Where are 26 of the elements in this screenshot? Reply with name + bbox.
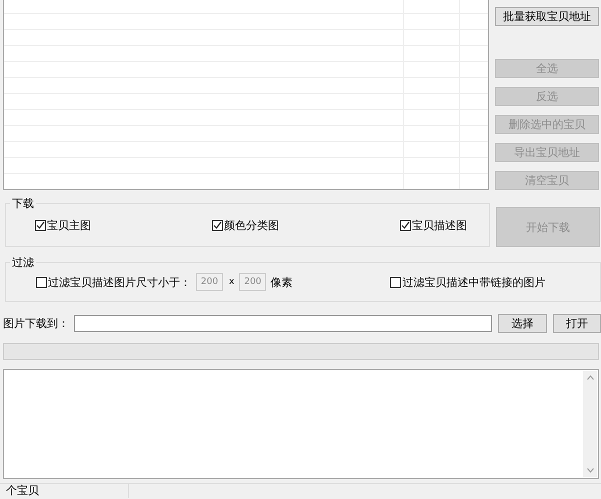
path-label: 图片下载到： bbox=[3, 316, 69, 331]
checkbox-label: 宝贝描述图 bbox=[412, 218, 467, 232]
unit-label: 像素 bbox=[270, 274, 292, 290]
checkbox[interactable] bbox=[400, 220, 411, 230]
checkbox[interactable] bbox=[35, 220, 46, 230]
item-count: 个宝贝 bbox=[0, 484, 129, 498]
checkbox-label: 过滤宝贝描述图片尺寸小于： bbox=[48, 274, 191, 290]
checkbox[interactable] bbox=[36, 276, 47, 288]
height-field[interactable]: 200 bbox=[239, 273, 266, 291]
path-field[interactable] bbox=[74, 315, 492, 332]
width-field[interactable]: 200 bbox=[196, 273, 223, 291]
scrollbar[interactable] bbox=[583, 371, 597, 477]
checkbox[interactable] bbox=[212, 220, 223, 230]
log-textbox[interactable] bbox=[3, 369, 599, 479]
open-button[interactable]: 打开 bbox=[552, 314, 601, 333]
group-title: 过滤 bbox=[10, 255, 36, 270]
checkbox[interactable] bbox=[390, 276, 402, 288]
checkbox-label: 过滤宝贝描述中带链接的图片 bbox=[402, 274, 546, 290]
scroll-up-icon[interactable] bbox=[586, 375, 594, 380]
group-title: 下载 bbox=[10, 196, 36, 211]
scroll-down-icon[interactable] bbox=[586, 468, 594, 473]
action-button[interactable]: 批量获取宝贝地址 bbox=[495, 7, 599, 26]
choose-button[interactable]: 选择 bbox=[498, 314, 547, 333]
checkbox-label: 宝贝主图 bbox=[47, 218, 91, 232]
checkbox-label: 颜色分类图 bbox=[224, 218, 279, 232]
times-sign: x bbox=[229, 277, 234, 287]
